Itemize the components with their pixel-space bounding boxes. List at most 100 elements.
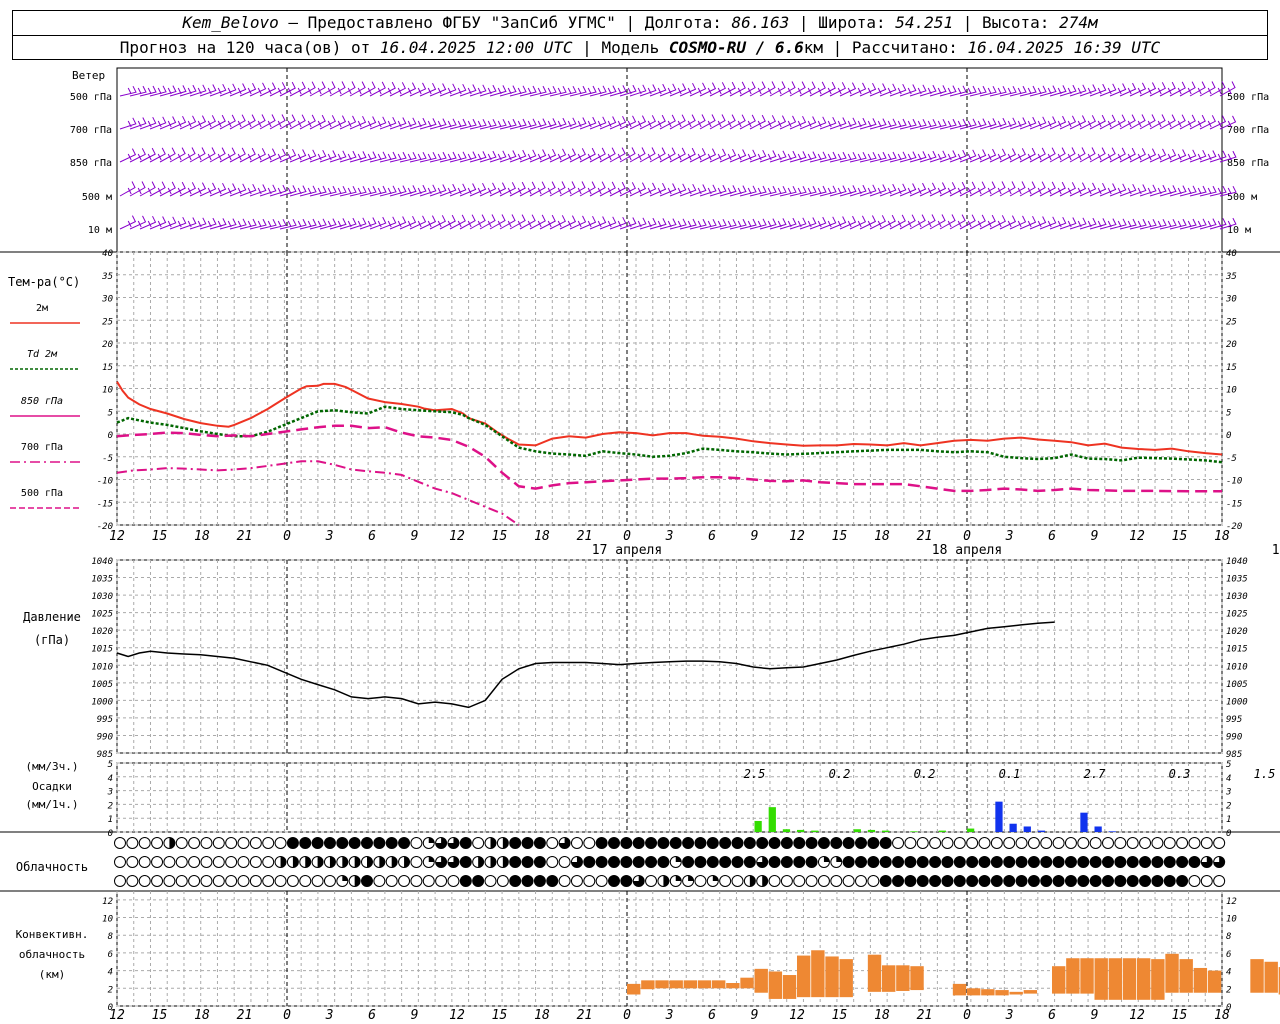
conv-xtick-label: 9 — [751, 1008, 759, 1023]
cloud-cover-circle — [200, 837, 213, 849]
wind-barb — [779, 150, 797, 163]
wind-barb — [119, 181, 136, 197]
wind-barb — [789, 115, 807, 130]
cloud-cover-circle — [249, 856, 262, 868]
cloud-cover-circle — [114, 856, 126, 868]
conv-cloud-bar — [797, 955, 811, 998]
wind-barb — [429, 118, 447, 130]
conv-xtick-label: 9 — [411, 1008, 419, 1023]
precip-bar-snow — [1108, 831, 1116, 832]
temp-legend-label: 2м — [36, 303, 48, 314]
cloud-cover-circle — [348, 837, 361, 849]
wind-barb — [329, 150, 347, 163]
cloud-cover-fill — [688, 875, 694, 881]
cloud-cover-circle — [509, 837, 522, 849]
cloud-cover-fill — [762, 875, 768, 887]
pressure-ytick-right: 1015 — [1226, 645, 1248, 655]
temp-xtick-label: 15 — [832, 529, 848, 544]
cloud-cover-circle — [1139, 875, 1152, 887]
cloud-cover-circle — [892, 875, 905, 887]
cloud-cover-circle — [842, 856, 855, 868]
cloud-cover-circle — [756, 837, 769, 849]
pressure-ytick-right: 995 — [1226, 715, 1242, 725]
temp-xtick-label: 21 — [237, 529, 253, 544]
temp-xtick-label: 18 — [874, 529, 890, 544]
conv-xtick-label: 0 — [283, 1008, 291, 1023]
conv-xtick-label: 3 — [1005, 1008, 1014, 1023]
wind-barb — [639, 182, 657, 197]
cloud-cover-circle — [1163, 837, 1176, 849]
wind-barb — [329, 185, 347, 197]
cloud-cover-circle — [138, 837, 151, 849]
wind-barb — [459, 151, 477, 163]
conv-xtick-label: 6 — [1048, 1008, 1056, 1023]
cloud-cover-circle — [286, 837, 299, 849]
wind-barb — [629, 217, 647, 230]
wind-barb — [299, 218, 317, 230]
cloud-cover-circle — [262, 875, 275, 887]
cloud-cover-circle — [1064, 837, 1077, 849]
conv-xtick-label: 9 — [1091, 1008, 1099, 1023]
temp-ytick-right: -5 — [1226, 454, 1237, 464]
cloud-cover-circle — [262, 856, 275, 868]
cloud-cover-circle — [1163, 856, 1176, 868]
wind-barb — [839, 151, 857, 163]
wind-barb — [119, 215, 137, 230]
wind-barb — [579, 215, 597, 230]
wind-barb — [1099, 183, 1117, 197]
cloud-cover-circle — [793, 837, 806, 849]
wind-barb — [289, 185, 307, 197]
wind-barb — [169, 216, 187, 230]
wind-barb — [1019, 215, 1037, 230]
cloud-cover-circle — [138, 856, 151, 868]
wind-barb — [129, 85, 147, 97]
wind-barb — [379, 116, 397, 130]
cloud-cover-circle — [608, 875, 620, 887]
wind-barb — [729, 218, 747, 230]
cloud-cover-circle — [620, 856, 633, 868]
wind-barb — [339, 115, 357, 130]
cloud-cover-circle — [1089, 837, 1102, 849]
temp-ytick-right: 30 — [1225, 295, 1237, 305]
precip-3h-sum: 2.5 — [744, 767, 766, 781]
wind-barb — [849, 82, 867, 97]
pressure-ytick-left: 990 — [97, 732, 113, 742]
cloud-cover-circle — [484, 875, 497, 887]
cloud-cover-fill — [836, 856, 842, 862]
wind-barb — [869, 118, 887, 130]
cloud-cover-circle — [817, 837, 830, 849]
wind-barb — [699, 218, 717, 230]
cloud-cover-circle — [126, 856, 139, 868]
precip-ytick-left: 0 — [108, 829, 113, 839]
wind-barb — [249, 218, 267, 230]
precip-bar-rain — [967, 828, 975, 832]
cloud-cover-circle — [694, 856, 707, 868]
wind-barb — [359, 116, 377, 130]
cloud-cover-fill — [169, 837, 175, 849]
cloud-cover-circle — [570, 837, 583, 849]
cloud-cover-circle — [867, 875, 880, 887]
wind-barb — [739, 149, 757, 163]
cloud-cover-fill — [404, 856, 410, 868]
cloud-cover-circle — [558, 875, 571, 887]
cloud-cover-circle — [1102, 875, 1114, 887]
wind-barb — [289, 218, 307, 230]
wind-barb — [389, 151, 407, 163]
cloud-cover-circle — [608, 837, 620, 849]
temp-ytick-left: 25 — [102, 317, 113, 327]
cloud-cover-circle — [706, 837, 719, 849]
conv-xtick-label: 12 — [449, 1008, 465, 1023]
conv-cloud-bar — [967, 988, 981, 996]
temp-xtick-label: 18 — [534, 529, 550, 544]
conv-cloud-bar — [910, 966, 924, 991]
cloud-cover-circle — [879, 837, 892, 849]
cloud-cover-circle — [805, 837, 818, 849]
cloud-cover-fill — [712, 875, 719, 881]
cloud-cover-circle — [657, 837, 670, 849]
wind-barb — [1189, 149, 1207, 163]
cloud-cover-circle — [1188, 856, 1201, 868]
cloud-cover-fill — [367, 856, 373, 868]
wind-barb — [1169, 185, 1187, 197]
precip-3h-sum: 0.2 — [829, 767, 851, 781]
wind-barb — [899, 118, 917, 130]
